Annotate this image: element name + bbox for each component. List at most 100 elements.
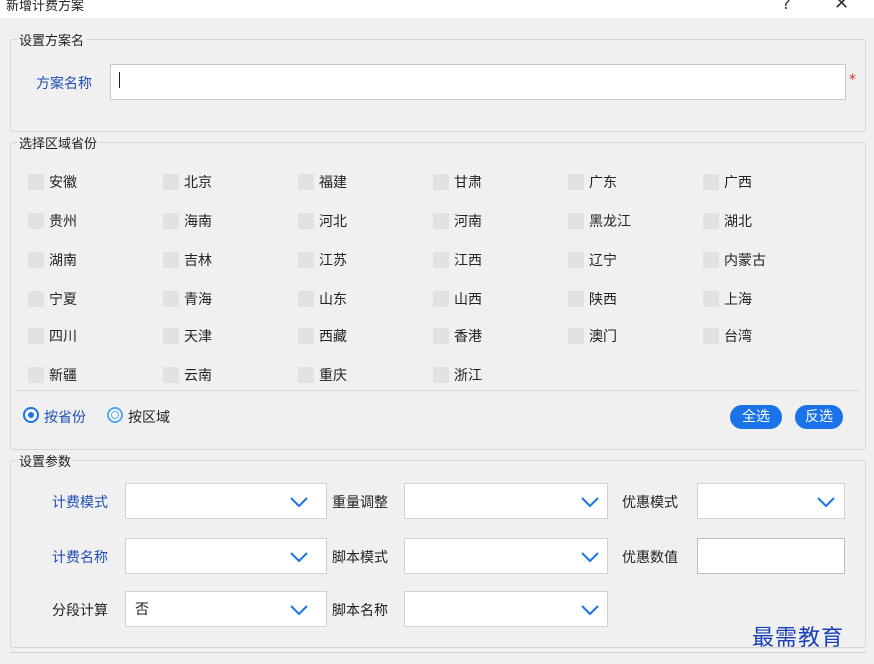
- checkbox-unchecked-icon: [163, 174, 179, 190]
- checkbox-unchecked-icon: [568, 252, 584, 268]
- segment-calc-select[interactable]: 否: [125, 591, 327, 627]
- province-label: 山西: [454, 292, 482, 308]
- scheme-name-label: 方案名称: [36, 76, 92, 92]
- province-label: 台湾: [724, 329, 752, 345]
- billing-mode-select[interactable]: [125, 483, 327, 519]
- province-label: 江西: [454, 253, 482, 269]
- province-label: 澳门: [589, 329, 617, 345]
- weight-adjust-select[interactable]: [404, 483, 608, 519]
- province-label: 新疆: [49, 368, 77, 384]
- radio-unselected-icon: [107, 407, 123, 423]
- chevron-down-icon: [581, 552, 599, 563]
- checkbox-unchecked-icon: [163, 367, 179, 383]
- province-label: 香港: [454, 329, 482, 345]
- province-label: 陕西: [589, 292, 617, 308]
- province-label: 浙江: [454, 368, 482, 384]
- help-button[interactable]: ?: [782, 0, 791, 13]
- text-caret: [119, 72, 120, 88]
- scheme-name-legend: 设置方案名: [17, 30, 87, 49]
- province-label: 海南: [184, 214, 212, 230]
- province-label: 湖南: [49, 253, 77, 269]
- checkbox-unchecked-icon: [163, 328, 179, 344]
- province-label: 湖北: [724, 214, 752, 230]
- province-label: 广西: [724, 175, 752, 191]
- watermark-text: 最需教育: [752, 626, 845, 651]
- province-label: 西藏: [319, 329, 347, 345]
- required-mark: *: [849, 72, 856, 88]
- discount-mode-label: 优惠模式: [622, 495, 678, 511]
- segment-calc-value: 否: [135, 602, 149, 618]
- checkbox-unchecked-icon: [433, 367, 449, 383]
- billing-name-label: 计费名称: [52, 550, 108, 566]
- select-all-button[interactable]: 全选: [730, 405, 782, 429]
- script-mode-select[interactable]: [404, 538, 608, 574]
- checkbox-unchecked-icon: [433, 252, 449, 268]
- checkbox-unchecked-icon: [298, 367, 314, 383]
- checkbox-unchecked-icon: [298, 328, 314, 344]
- close-button[interactable]: ✕: [834, 0, 849, 14]
- checkbox-unchecked-icon: [433, 174, 449, 190]
- province-label: 甘肃: [454, 175, 482, 191]
- province-label: 山东: [319, 292, 347, 308]
- province-label: 黑龙江: [589, 214, 631, 230]
- region-legend: 选择区域省份: [17, 133, 100, 152]
- province-label: 云南: [184, 368, 212, 384]
- checkbox-unchecked-icon: [703, 252, 719, 268]
- province-label: 青海: [184, 292, 212, 308]
- weight-adjust-label: 重量调整: [332, 495, 388, 511]
- invert-selection-button[interactable]: 反选: [795, 405, 843, 429]
- province-label: 吉林: [184, 253, 212, 269]
- province-label: 安徽: [49, 175, 77, 191]
- province-label: 宁夏: [49, 292, 77, 308]
- checkbox-unchecked-icon: [433, 328, 449, 344]
- chevron-down-icon: [581, 497, 599, 508]
- bottom-group-edge: [10, 652, 866, 653]
- radio-by-province-label: 按省份: [44, 410, 86, 426]
- discount-value-input[interactable]: [697, 538, 845, 574]
- checkbox-unchecked-icon: [28, 367, 44, 383]
- radio-by-region-label: 按区域: [128, 410, 170, 426]
- checkbox-unchecked-icon: [568, 213, 584, 229]
- checkbox-unchecked-icon: [298, 213, 314, 229]
- province-label: 北京: [184, 175, 212, 191]
- chevron-down-icon: [290, 605, 308, 616]
- checkbox-unchecked-icon: [703, 291, 719, 307]
- script-name-label: 脚本名称: [332, 603, 388, 619]
- script-mode-label: 脚本模式: [332, 550, 388, 566]
- segment-calc-label: 分段计算: [52, 603, 108, 619]
- discount-value-label: 优惠数值: [622, 550, 678, 566]
- province-label: 河南: [454, 214, 482, 230]
- checkbox-unchecked-icon: [568, 174, 584, 190]
- province-label: 内蒙古: [724, 253, 766, 269]
- radio-selected-icon: [23, 407, 39, 423]
- checkbox-unchecked-icon: [28, 252, 44, 268]
- province-label: 辽宁: [589, 253, 617, 269]
- checkbox-unchecked-icon: [28, 174, 44, 190]
- title-bar: 新增计费方案 ? ✕: [0, 0, 874, 18]
- checkbox-unchecked-icon: [163, 252, 179, 268]
- checkbox-unchecked-icon: [163, 291, 179, 307]
- script-name-select[interactable]: [404, 591, 608, 627]
- province-label: 天津: [184, 329, 212, 345]
- checkbox-unchecked-icon: [28, 291, 44, 307]
- province-label: 贵州: [49, 214, 77, 230]
- province-label: 福建: [319, 175, 347, 191]
- chevron-down-icon: [581, 605, 599, 616]
- checkbox-unchecked-icon: [28, 213, 44, 229]
- billing-name-select[interactable]: [125, 538, 327, 574]
- checkbox-unchecked-icon: [703, 328, 719, 344]
- province-label: 河北: [319, 214, 347, 230]
- province-label: 重庆: [319, 368, 347, 384]
- window-title: 新增计费方案: [6, 0, 85, 14]
- province-label: 四川: [49, 329, 77, 345]
- province-label: 上海: [724, 292, 752, 308]
- discount-mode-select[interactable]: [697, 483, 845, 519]
- province-label: 江苏: [319, 253, 347, 269]
- params-legend: 设置参数: [17, 451, 74, 470]
- checkbox-unchecked-icon: [28, 328, 44, 344]
- checkbox-unchecked-icon: [568, 328, 584, 344]
- checkbox-unchecked-icon: [703, 213, 719, 229]
- scheme-name-input[interactable]: [110, 64, 846, 100]
- chevron-down-icon: [290, 552, 308, 563]
- checkbox-unchecked-icon: [298, 174, 314, 190]
